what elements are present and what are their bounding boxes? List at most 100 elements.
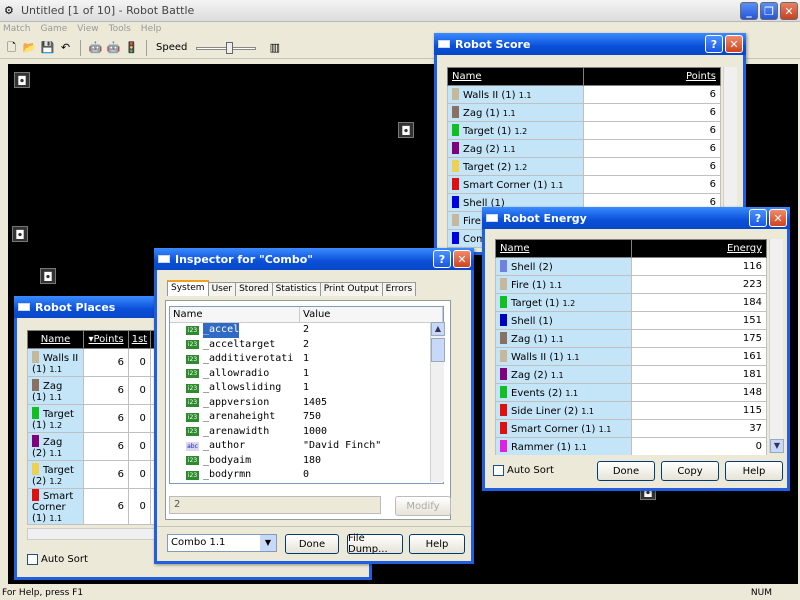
energy-vscrollbar[interactable]: ▼ bbox=[769, 239, 784, 453]
copy-button[interactable]: Copy bbox=[661, 461, 719, 481]
table-row[interactable]: Zag (1) 1.1 175 bbox=[495, 329, 767, 348]
undo-icon[interactable]: ↶ bbox=[58, 40, 73, 55]
help-button[interactable]: ? bbox=[705, 35, 723, 53]
property-value-field[interactable]: 2 bbox=[169, 496, 381, 514]
close-button[interactable]: ✕ bbox=[769, 209, 787, 227]
property-row[interactable]: i23 _accel 2 bbox=[170, 323, 443, 338]
menu-tools[interactable]: Tools bbox=[109, 22, 131, 36]
tab-print-output[interactable]: Print Output bbox=[319, 282, 383, 296]
column-header-name[interactable]: Name bbox=[495, 239, 632, 258]
property-value: 0 bbox=[303, 469, 310, 480]
help-button[interactable]: ? bbox=[749, 209, 767, 227]
property-row[interactable]: i23 _additiverotati 1 bbox=[170, 352, 443, 367]
column-header-name[interactable]: Name bbox=[447, 67, 584, 86]
table-row[interactable]: Target (2) 1.2600 bbox=[27, 460, 157, 489]
table-row[interactable]: Zag (2) 1.1 6 bbox=[447, 139, 721, 158]
done-button[interactable]: Done bbox=[597, 461, 655, 481]
property-row[interactable]: i23 _appversion 1405 bbox=[170, 396, 443, 411]
speed-slider-thumb[interactable] bbox=[225, 41, 233, 54]
table-row[interactable]: Smart Corner (1) 1.1 37 bbox=[495, 419, 767, 438]
column-header-first[interactable]: 1st bbox=[128, 330, 151, 349]
tab-stored[interactable]: Stored bbox=[235, 282, 273, 296]
table-row[interactable]: Events (2) 1.1 148 bbox=[495, 383, 767, 402]
scroll-down-arrow[interactable]: ▼ bbox=[770, 439, 784, 453]
table-row[interactable]: Walls II (1) 1.1600 bbox=[27, 348, 157, 377]
file-dump-button[interactable]: File Dump... bbox=[347, 533, 403, 555]
scroll-up-arrow[interactable]: ▲ bbox=[431, 322, 445, 336]
menu-view[interactable]: View bbox=[77, 22, 98, 36]
table-row[interactable]: Walls II (1) 1.1 161 bbox=[495, 347, 767, 366]
column-header-energy[interactable]: Energy bbox=[631, 239, 767, 258]
property-row[interactable]: i23 _allowradio 1 bbox=[170, 367, 443, 382]
robot-score-titlebar[interactable]: Robot Score ? ✕ bbox=[434, 33, 746, 55]
robot-select-dropdown[interactable]: Combo 1.1 ▼ bbox=[167, 534, 277, 552]
robot-energy-titlebar[interactable]: Robot Energy ? ✕ bbox=[482, 207, 790, 229]
places-hscrollbar[interactable] bbox=[27, 528, 157, 540]
table-row[interactable]: Fire (1) 1.1 223 bbox=[495, 275, 767, 294]
tab-system[interactable]: System bbox=[167, 280, 209, 296]
column-header-name[interactable]: Name bbox=[170, 307, 300, 322]
inspector-titlebar[interactable]: Inspector for "Combo" ? ✕ bbox=[154, 248, 474, 270]
close-button[interactable]: ✕ bbox=[725, 35, 743, 53]
score-vscrollbar[interactable] bbox=[723, 67, 737, 227]
tab-errors[interactable]: Errors bbox=[381, 282, 417, 296]
done-button[interactable]: Done bbox=[285, 534, 339, 554]
close-button[interactable]: ✕ bbox=[780, 2, 798, 20]
energy-auto-sort-checkbox[interactable]: Auto Sort bbox=[493, 465, 554, 476]
property-row[interactable]: abc _author "David Finch" bbox=[170, 439, 443, 454]
property-row[interactable]: i23 _arenawidth 1000 bbox=[170, 425, 443, 440]
speed-max-icon[interactable]: ▥ bbox=[267, 40, 282, 55]
property-row[interactable]: i23 _allowsliding 1 bbox=[170, 381, 443, 396]
column-header-points[interactable]: Points bbox=[583, 67, 721, 86]
scroll-thumb[interactable] bbox=[431, 338, 445, 362]
table-row[interactable]: Target (1) 1.2 6 bbox=[447, 121, 721, 140]
table-row[interactable]: Smart Corner (1) 1.1 6 bbox=[447, 175, 721, 194]
help-button[interactable]: Help bbox=[725, 461, 783, 481]
table-row[interactable]: Shell (2) 116 bbox=[495, 257, 767, 276]
table-row[interactable]: Side Liner (2) 1.1 115 bbox=[495, 401, 767, 420]
open-folder-icon[interactable]: 📂 bbox=[22, 40, 37, 55]
save-icon[interactable]: 💾 bbox=[40, 40, 55, 55]
menu-game[interactable]: Game bbox=[40, 22, 67, 36]
column-header-name[interactable]: Name bbox=[27, 330, 84, 349]
checkbox-box[interactable] bbox=[27, 554, 38, 565]
modify-button[interactable]: Modify bbox=[395, 496, 451, 516]
property-row[interactable]: i23 _bodyrmn 0 bbox=[170, 468, 443, 483]
table-row[interactable]: Zag (2) 1.1 181 bbox=[495, 365, 767, 384]
table-row[interactable]: Zag (1) 1.1600 bbox=[27, 376, 157, 405]
tab-statistics[interactable]: Statistics bbox=[271, 282, 321, 296]
speed-slider[interactable] bbox=[196, 41, 257, 55]
chevron-down-icon[interactable]: ▼ bbox=[260, 535, 276, 551]
table-row[interactable]: Target (1) 1.2600 bbox=[27, 404, 157, 433]
table-row[interactable]: Rammer (1) 1.1 0 bbox=[495, 437, 767, 455]
property-row[interactable]: i23 _arenaheight 750 bbox=[170, 410, 443, 425]
help-button[interactable]: ? bbox=[433, 250, 451, 268]
table-row[interactable]: Zag (2) 1.1600 bbox=[27, 432, 157, 461]
energy-cell: 184 bbox=[631, 293, 767, 312]
table-row[interactable]: Smart Corner (1) 1.1600 bbox=[27, 488, 157, 525]
menu-help[interactable]: Help bbox=[141, 22, 162, 36]
table-row[interactable]: Target (1) 1.2 184 bbox=[495, 293, 767, 312]
column-header-points[interactable]: ▾Points bbox=[82, 330, 130, 349]
checkbox-box[interactable] bbox=[493, 465, 504, 476]
close-button[interactable]: ✕ bbox=[453, 250, 471, 268]
property-row[interactable]: i23 _acceltarget 2 bbox=[170, 338, 443, 353]
table-row[interactable]: Shell (1) 151 bbox=[495, 311, 767, 330]
menu-match[interactable]: Match bbox=[3, 22, 30, 36]
tab-user[interactable]: User bbox=[207, 282, 237, 296]
points-cell: 6 bbox=[82, 348, 130, 377]
property-row[interactable]: i23 _bodyaim 180 bbox=[170, 454, 443, 469]
property-vscrollbar[interactable]: ▲ bbox=[430, 322, 445, 482]
table-row[interactable]: Zag (1) 1.1 6 bbox=[447, 103, 721, 122]
restore-button[interactable]: ❐ bbox=[760, 2, 778, 20]
places-auto-sort-checkbox[interactable]: Auto Sort bbox=[27, 554, 88, 565]
column-header-value[interactable]: Value bbox=[300, 307, 443, 322]
table-row[interactable]: Walls II (1) 1.1 6 bbox=[447, 85, 721, 104]
robot-setup-icon[interactable]: 🤖 bbox=[106, 40, 121, 55]
robot-multi-icon[interactable]: 🤖 bbox=[88, 40, 103, 55]
help-button[interactable]: Help bbox=[409, 534, 465, 554]
minimize-button[interactable]: _ bbox=[740, 2, 758, 20]
table-row[interactable]: Target (2) 1.2 6 bbox=[447, 157, 721, 176]
new-file-icon[interactable]: 🗋 bbox=[4, 40, 19, 55]
traffic-light-icon[interactable]: 🚦 bbox=[124, 40, 139, 55]
